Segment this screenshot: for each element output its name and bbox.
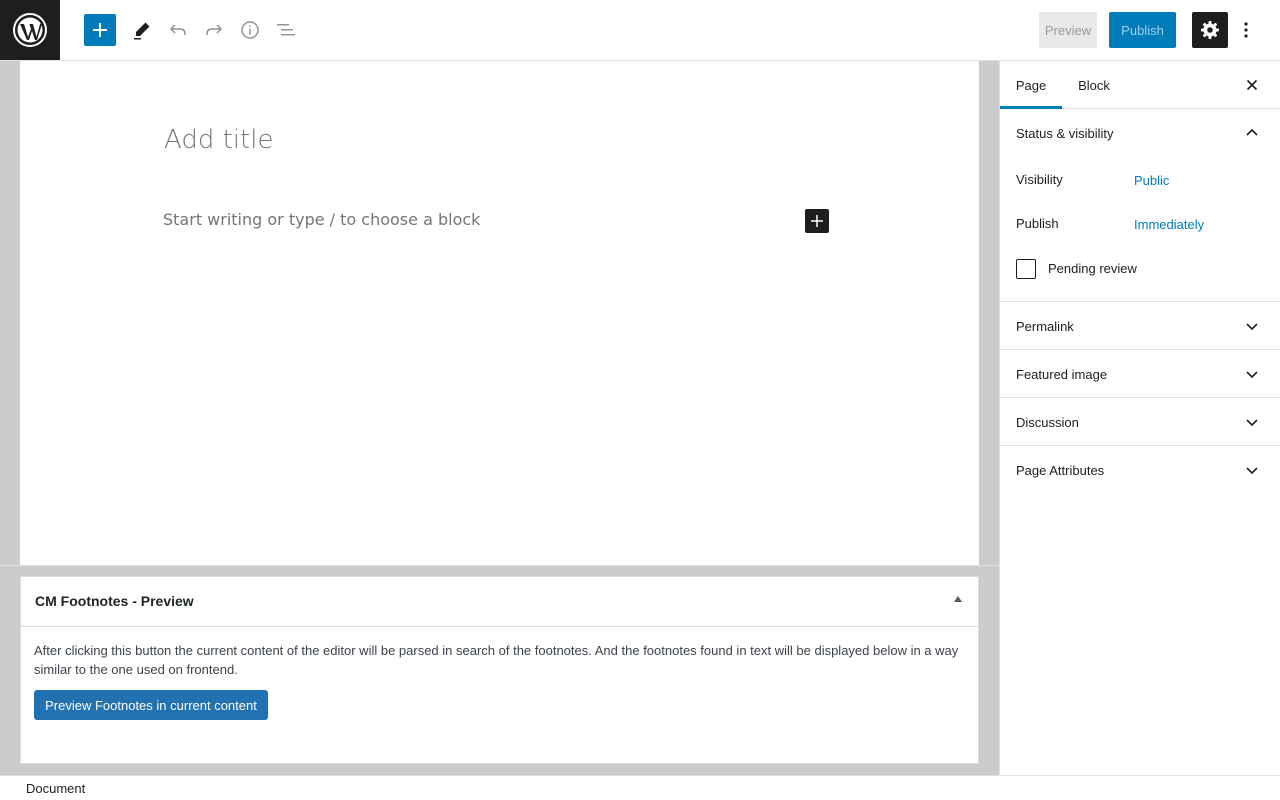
metabox-header[interactable]: CM Footnotes - Preview	[21, 577, 978, 627]
chevron-up-icon	[1246, 128, 1258, 136]
block-inserter-button[interactable]	[84, 14, 116, 46]
pending-review-checkbox[interactable]	[1016, 259, 1036, 279]
list-view-icon	[277, 24, 295, 36]
panel-title: Permalink	[1016, 319, 1074, 334]
pencil-icon	[134, 22, 150, 40]
panel-status-visibility: Status & visibility Visibility Public Pu…	[1000, 109, 1280, 302]
preview-footnotes-button[interactable]: Preview Footnotes in current content	[34, 690, 268, 720]
close-sidebar-button[interactable]	[1240, 73, 1264, 97]
list-view-button[interactable]	[270, 12, 302, 48]
panel-page-attributes[interactable]: Page Attributes	[1000, 446, 1280, 493]
collapse-arrow-icon[interactable]	[954, 596, 962, 602]
panel-title: Discussion	[1016, 415, 1079, 430]
settings-button[interactable]	[1192, 12, 1228, 48]
pending-review-label[interactable]: Pending review	[1048, 261, 1137, 276]
publish-date-toggle[interactable]: Immediately	[1134, 217, 1204, 232]
metabox-title: CM Footnotes - Preview	[35, 593, 194, 609]
details-button[interactable]	[234, 12, 266, 48]
options-menu-button[interactable]	[1232, 12, 1260, 48]
wordpress-logo-icon[interactable]	[0, 0, 60, 60]
breadcrumb-document[interactable]: Document	[26, 781, 85, 796]
undo-button[interactable]	[162, 12, 194, 48]
redo-button[interactable]	[198, 12, 230, 48]
publish-label: Publish	[1016, 216, 1059, 231]
panel-toggle-status[interactable]: Status & visibility	[1000, 109, 1280, 156]
panel-title: Featured image	[1016, 367, 1108, 382]
gear-icon	[1201, 21, 1219, 39]
close-icon	[1246, 79, 1258, 91]
panel-featured-image[interactable]: Featured image	[1000, 350, 1280, 398]
title-input[interactable]: Add title	[164, 125, 273, 155]
info-icon	[241, 21, 259, 39]
plus-icon	[811, 215, 823, 227]
tab-block[interactable]: Block	[1062, 61, 1126, 109]
editor-header: Preview Publish	[0, 0, 1280, 61]
tab-page[interactable]: Page	[1000, 61, 1062, 109]
chevron-down-icon	[1246, 467, 1258, 475]
undo-icon	[169, 24, 186, 35]
chevron-down-icon	[1246, 371, 1258, 379]
panel-discussion[interactable]: Discussion	[1000, 398, 1280, 446]
block-placeholder[interactable]: Start writing or type / to choose a bloc…	[163, 210, 480, 229]
add-block-button[interactable]	[805, 209, 829, 233]
visibility-toggle[interactable]: Public	[1134, 173, 1169, 188]
preview-button[interactable]: Preview	[1039, 12, 1097, 48]
more-vertical-icon	[1244, 22, 1248, 38]
visibility-label: Visibility	[1016, 172, 1063, 187]
tools-button[interactable]	[126, 12, 158, 48]
redo-icon	[206, 24, 223, 35]
metabox-description: After clicking this button the current c…	[34, 643, 959, 677]
plus-icon	[93, 23, 107, 37]
block-breadcrumb-bar: Document	[0, 775, 1280, 800]
chevron-down-icon	[1246, 323, 1258, 331]
publish-button[interactable]: Publish	[1109, 12, 1176, 48]
editor-area: Add title Start writing or type / to cho…	[0, 61, 999, 775]
metabox-separator	[0, 565, 999, 566]
panel-title: Status & visibility	[1016, 126, 1114, 141]
panel-permalink[interactable]: Permalink	[1000, 302, 1280, 350]
editor-canvas[interactable]: Add title Start writing or type / to cho…	[20, 61, 979, 565]
cm-footnotes-metabox: CM Footnotes - Preview After clicking th…	[20, 576, 979, 764]
sidebar-tabs: Page Block	[1000, 61, 1280, 109]
panel-title: Page Attributes	[1016, 463, 1105, 478]
settings-sidebar: Page Block Status & visibility Visibilit…	[999, 61, 1280, 775]
chevron-down-icon	[1246, 419, 1258, 427]
